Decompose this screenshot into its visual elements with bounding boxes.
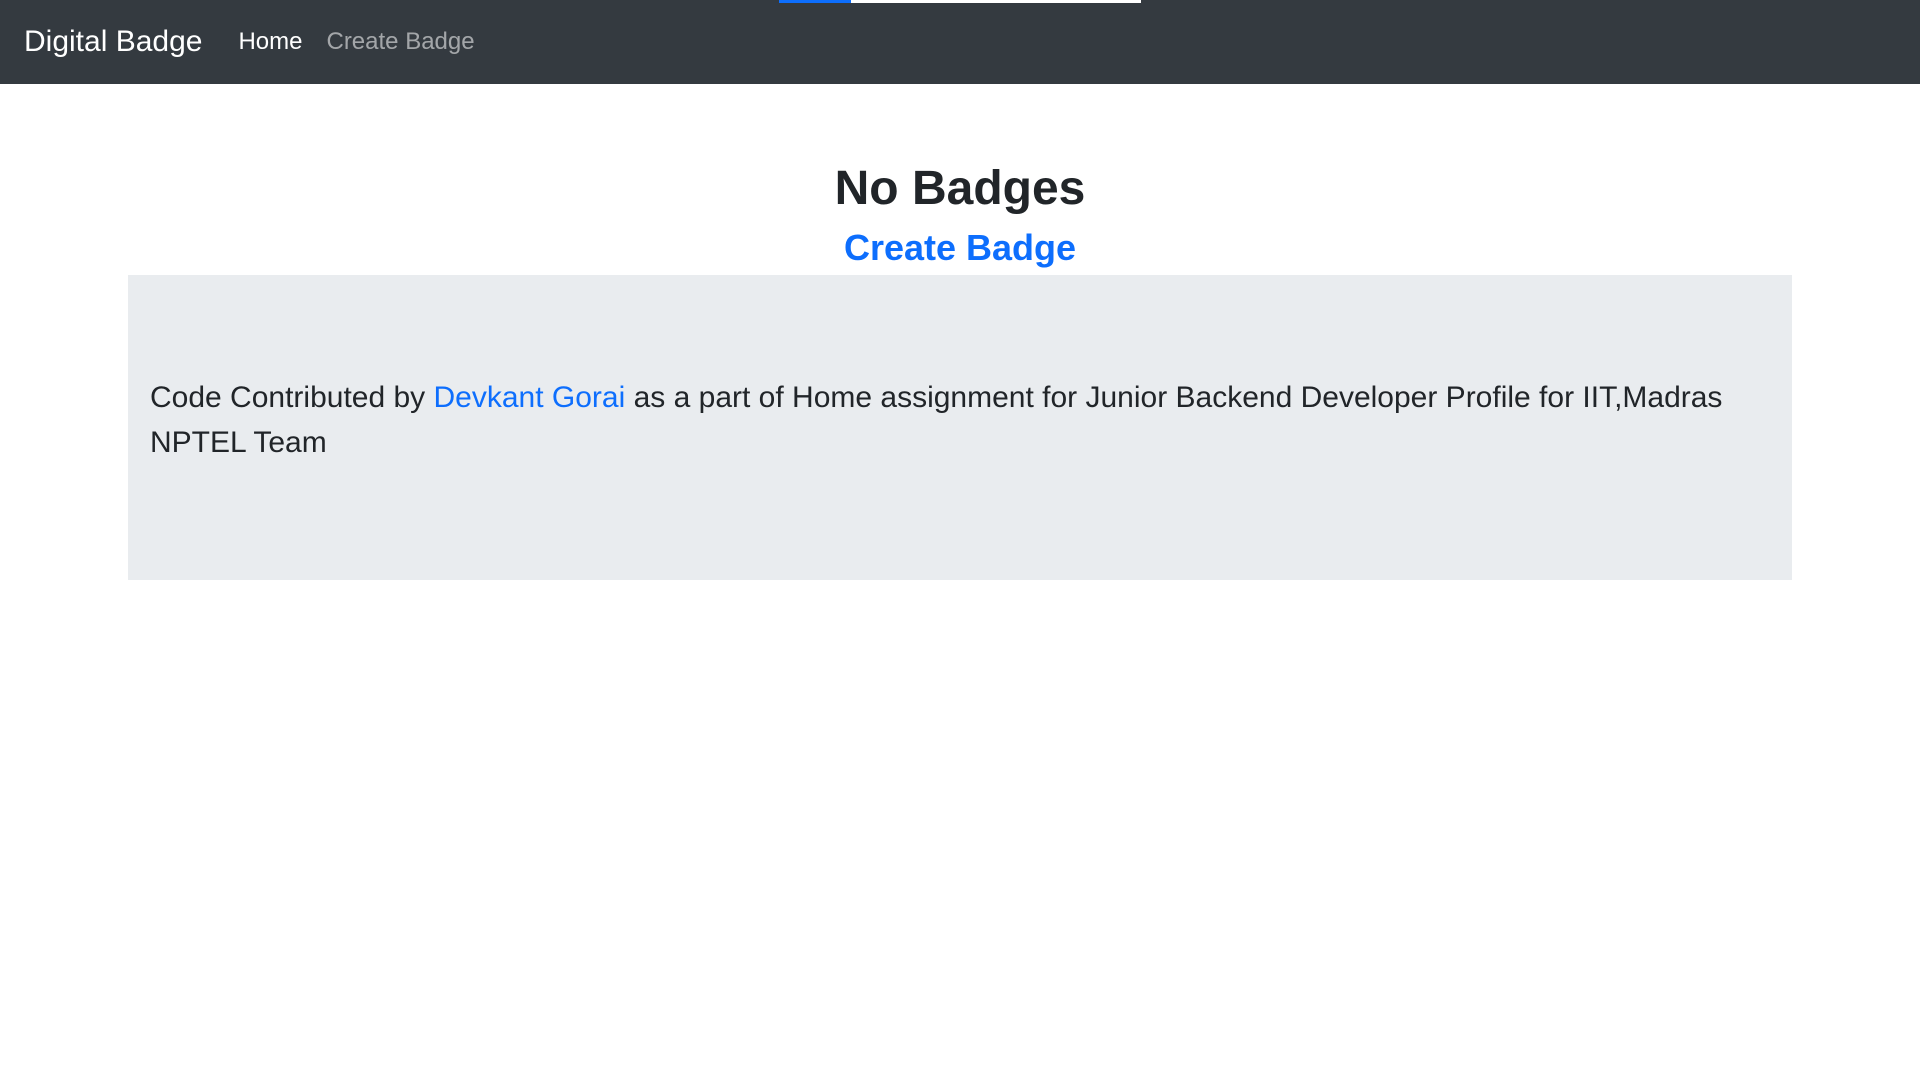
page-title: No Badges bbox=[834, 162, 1086, 215]
navbar-brand[interactable]: Digital Badge bbox=[24, 27, 202, 57]
credits-jumbotron: Code Contributed by Devkant Gorai as a p… bbox=[128, 274, 1792, 580]
top-navbar: Digital Badge Home Create Badge bbox=[0, 0, 1920, 84]
credits-text-prefix: Code Contributed by bbox=[150, 380, 434, 414]
main-content: No Badges Create Badge Code Contributed … bbox=[0, 84, 1920, 580]
nav-link-home[interactable]: Home bbox=[238, 30, 302, 54]
create-badge-link[interactable]: Create Badge bbox=[844, 226, 1076, 269]
page-load-progress-bar bbox=[779, 0, 1141, 3]
page-load-progress-fill bbox=[779, 0, 852, 3]
nav-link-create-badge[interactable]: Create Badge bbox=[326, 30, 474, 54]
credits-text: Code Contributed by Devkant Gorai as a p… bbox=[150, 375, 1770, 465]
author-link[interactable]: Devkant Gorai bbox=[434, 381, 626, 414]
